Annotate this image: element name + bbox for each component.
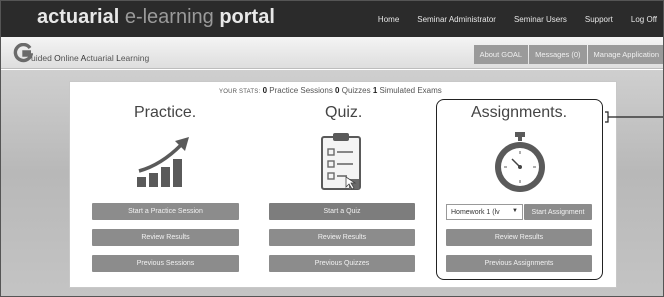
nav-seminar-users[interactable]: Seminar Users: [514, 15, 567, 24]
logo-text-part: earning: [120, 53, 150, 63]
previous-sessions-button[interactable]: Previous Sessions: [92, 255, 239, 272]
exams-label: Simulated Exams: [377, 86, 442, 95]
logo-text-part: nline: [60, 53, 81, 63]
start-practice-session-button[interactable]: Start a Practice Session: [92, 203, 239, 220]
sub-nav: About GOAL Messages (0) Manage Applicati…: [473, 45, 663, 64]
practice-title: Practice.: [134, 104, 197, 121]
brand-title[interactable]: actuarial e-learning portal: [37, 6, 275, 29]
practice-review-results-button[interactable]: Review Results: [92, 229, 239, 246]
rising-bar-chart-icon: [137, 137, 189, 187]
brand-part-3: portal: [219, 6, 275, 28]
quiz-title: Quiz.: [325, 104, 363, 121]
nav-seminar-administrator[interactable]: Seminar Administrator: [417, 15, 496, 24]
assignments-highlight-box: [436, 99, 603, 280]
logo-text: uided Online Actuarial Learning: [31, 53, 149, 63]
top-nav: Home Seminar Administrator Seminar Users…: [360, 15, 657, 24]
start-quiz-button[interactable]: Start a Quiz: [269, 203, 415, 220]
sub-bar: uided Online Actuarial Learning About GO…: [1, 37, 663, 69]
clipboard-checklist-icon: [321, 133, 361, 190]
logo-text-part: O: [54, 53, 61, 63]
sessions-label: Practice Sessions: [267, 86, 336, 95]
goal-logo-icon[interactable]: [13, 43, 33, 63]
manage-application-button[interactable]: Manage Application: [587, 45, 663, 64]
brand-part-2: e-learning: [119, 6, 220, 28]
about-goal-button[interactable]: About GOAL: [473, 45, 529, 64]
app-window: actuarial e-learning portal Home Seminar…: [0, 0, 664, 297]
logo-text-part: uided: [31, 53, 55, 63]
top-bar: actuarial e-learning portal Home Seminar…: [1, 1, 663, 37]
user-stats: YOUR STATS: 0 Practice Sessions 0 Quizze…: [219, 86, 442, 95]
callout-bracket-line: [605, 111, 663, 123]
brand-part-1: actuarial: [37, 6, 120, 28]
nav-home[interactable]: Home: [378, 15, 399, 24]
nav-log-off[interactable]: Log Off: [631, 15, 657, 24]
logo-text-part: ctuarial: [86, 53, 117, 63]
quiz-review-results-button[interactable]: Review Results: [269, 229, 415, 246]
messages-button[interactable]: Messages (0): [529, 45, 587, 64]
stats-label: YOUR STATS:: [219, 89, 261, 95]
previous-quizzes-button[interactable]: Previous Quizzes: [269, 255, 415, 272]
quizzes-label: Quizzes: [339, 86, 373, 95]
nav-support[interactable]: Support: [585, 15, 613, 24]
